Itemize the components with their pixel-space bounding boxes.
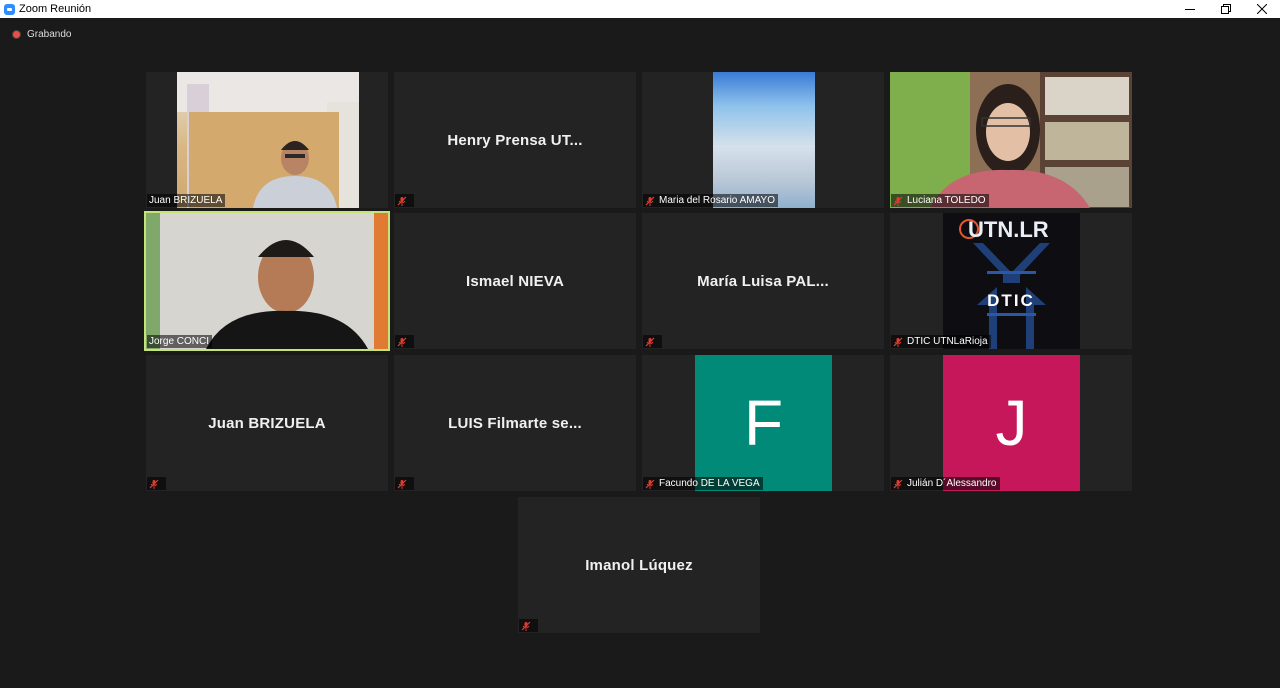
muted-mic-icon bbox=[521, 621, 531, 631]
muted-mic-icon bbox=[893, 196, 903, 206]
participant-name: Facundo DE LA VEGA bbox=[659, 478, 760, 489]
participant-tile[interactable]: Luciana TOLEDO bbox=[890, 72, 1132, 208]
logo-subtext: DTIC bbox=[987, 291, 1035, 310]
participant-label bbox=[643, 335, 662, 348]
title-bar: Zoom Reunión bbox=[0, 0, 1280, 18]
participant-label: Julián D´Alessandro bbox=[891, 477, 1000, 490]
participant-name-display: Ismael NIEVA bbox=[466, 272, 564, 290]
participant-tile[interactable]: María Luisa PAL... bbox=[642, 213, 884, 349]
participant-label: Jorge CONCI bbox=[147, 335, 213, 348]
participant-tile[interactable]: LUIS Filmarte se... bbox=[394, 355, 636, 491]
participant-video bbox=[890, 72, 1132, 208]
recording-indicator[interactable]: Grabando bbox=[12, 29, 71, 40]
recording-label: Grabando bbox=[27, 29, 72, 40]
avatar: J bbox=[943, 355, 1080, 491]
participant-logo: UTN.LR DTIC bbox=[943, 213, 1080, 349]
participant-label bbox=[395, 477, 414, 490]
video-frame bbox=[890, 72, 1132, 208]
participant-video bbox=[713, 72, 815, 208]
muted-mic-icon bbox=[893, 337, 903, 347]
muted-mic-icon bbox=[645, 479, 655, 489]
participant-label bbox=[147, 477, 166, 490]
utn-logo-image: UTN.LR DTIC bbox=[959, 217, 1050, 349]
participant-name: Maria del Rosario AMAYO bbox=[659, 195, 775, 206]
participant-name: Juan BRIZUELA bbox=[149, 195, 223, 206]
video-frame bbox=[146, 213, 388, 349]
participant-label: Maria del Rosario AMAYO bbox=[643, 194, 778, 207]
participant-name: Jorge CONCI bbox=[149, 336, 210, 347]
muted-mic-icon bbox=[645, 337, 655, 347]
minimize-button[interactable] bbox=[1172, 0, 1208, 18]
restore-button[interactable] bbox=[1208, 0, 1244, 18]
muted-mic-icon bbox=[645, 196, 655, 206]
participant-tile[interactable]: Imanol Lúquez bbox=[518, 497, 760, 633]
muted-mic-icon bbox=[149, 479, 159, 489]
participant-tile[interactable]: Juan BRIZUELA bbox=[146, 72, 388, 208]
zoom-app-icon bbox=[4, 3, 15, 15]
participant-video bbox=[177, 72, 359, 208]
logo-text: UTN.LR bbox=[968, 217, 1049, 242]
participant-tile[interactable]: Henry Prensa UT... bbox=[394, 72, 636, 208]
participant-name-display: Imanol Lúquez bbox=[585, 556, 693, 574]
participant-name-display: Henry Prensa UT... bbox=[447, 131, 583, 149]
window-title: Zoom Reunión bbox=[19, 3, 92, 15]
participant-tile[interactable]: Juan BRIZUELA bbox=[146, 355, 388, 491]
muted-mic-icon bbox=[397, 479, 407, 489]
participant-tile-active-speaker[interactable]: Jorge CONCI bbox=[144, 211, 390, 351]
participant-tile[interactable]: F Facundo DE LA VEGA bbox=[642, 355, 884, 491]
muted-mic-icon bbox=[893, 479, 903, 489]
window-controls bbox=[1172, 0, 1280, 18]
participant-name: Luciana TOLEDO bbox=[907, 195, 986, 206]
participant-tile[interactable]: J Julián D´Alessandro bbox=[890, 355, 1132, 491]
participant-label bbox=[395, 335, 414, 348]
participant-label bbox=[519, 619, 538, 632]
participant-label: Juan BRIZUELA bbox=[147, 194, 226, 207]
participant-tile[interactable]: Maria del Rosario AMAYO bbox=[642, 72, 884, 208]
participant-tile[interactable]: Ismael NIEVA bbox=[394, 213, 636, 349]
muted-mic-icon bbox=[397, 337, 407, 347]
participant-label: Facundo DE LA VEGA bbox=[643, 477, 763, 490]
muted-mic-icon bbox=[397, 196, 407, 206]
recording-dot-icon bbox=[12, 30, 21, 39]
participant-name: Julián D´Alessandro bbox=[907, 478, 997, 489]
participant-name: DTIC UTNLaRioja bbox=[907, 336, 988, 347]
participant-name-display: María Luisa PAL... bbox=[697, 272, 829, 290]
participant-name-display: LUIS Filmarte se... bbox=[448, 414, 582, 432]
close-button[interactable] bbox=[1244, 0, 1280, 18]
participant-name-display: Juan BRIZUELA bbox=[208, 414, 326, 432]
video-frame bbox=[177, 72, 359, 208]
participant-label bbox=[395, 194, 414, 207]
participant-label: Luciana TOLEDO bbox=[891, 194, 989, 207]
avatar: F bbox=[695, 355, 832, 491]
participant-video bbox=[146, 213, 388, 349]
participant-label: DTIC UTNLaRioja bbox=[891, 335, 991, 348]
participant-tile[interactable]: UTN.LR DTIC DTIC UTNLaRioja bbox=[890, 213, 1132, 349]
